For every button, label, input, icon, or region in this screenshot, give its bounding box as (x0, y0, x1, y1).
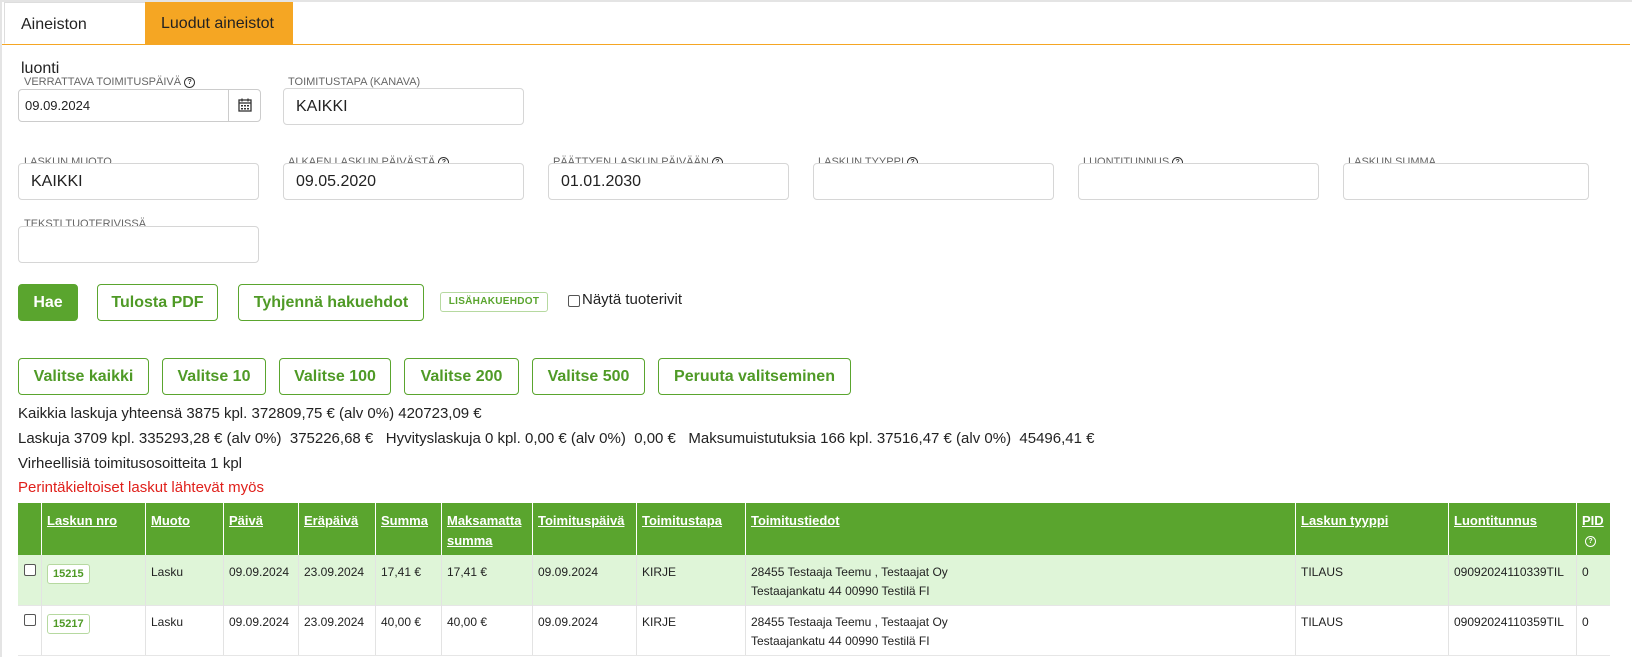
delivery-info-cell: 28455 Testaaja Teemu , Testaajat Oy Testa… (746, 555, 1296, 605)
more-filters-button[interactable]: LISÄHAKUEHDOT (440, 292, 548, 312)
summary-errors: Virheellisiä toimitusosoitteita 1 kpl (18, 455, 242, 472)
date-cell: 09.09.2024 (224, 605, 299, 655)
compare-date-input[interactable]: 09.09.2024 (18, 89, 229, 122)
header-delivery-date[interactable]: Toimituspäivä (533, 503, 637, 555)
unpaid-cell: 40,00 € (442, 605, 533, 655)
show-rows-label: Näytä tuoterivit (582, 291, 683, 308)
invoice-sum-input[interactable] (1343, 163, 1589, 200)
due-date-cell: 23.09.2024 (299, 605, 376, 655)
invoice-number-link[interactable]: 15215 (47, 564, 90, 584)
select-100-button[interactable]: Valitse 100 (279, 358, 391, 395)
invoice-type-input[interactable] (813, 163, 1054, 200)
tab-aineiston-luonti[interactable]: Aineiston luonti (4, 2, 146, 77)
search-button[interactable]: Hae (18, 284, 78, 321)
row-checkbox[interactable] (24, 564, 36, 576)
tab-luodut-aineistot[interactable]: Luodut aineistot (145, 2, 293, 44)
header-due-date[interactable]: Eräpäivä (299, 503, 376, 555)
delivery-method-label: TOIMITUSTAPA (KANAVA) (288, 76, 421, 88)
creation-id-cell: 09092024110339TIL (1449, 555, 1577, 605)
due-date-cell: 23.09.2024 (299, 555, 376, 605)
calendar-icon (238, 98, 252, 112)
creation-id-input[interactable] (1078, 163, 1319, 200)
invoice-number-cell: 15217 (42, 605, 146, 655)
invoice-number-cell: 15215 (42, 555, 146, 605)
delivery-method-cell: KIRJE (637, 555, 746, 605)
creation-id-cell: 09092024110359TIL (1449, 605, 1577, 655)
delivery-method-cell: KIRJE (637, 605, 746, 655)
invoice-type-cell: TILAUS (1296, 605, 1449, 655)
header-delivery-method[interactable]: Toimitustapa (637, 503, 746, 555)
delivery-date-cell: 09.09.2024 (533, 555, 637, 605)
compare-date-label: VERRATTAVA TOIMITUSPÄIVÄ? (24, 76, 196, 88)
invoice-number-link[interactable]: 15217 (47, 614, 90, 634)
select-200-button[interactable]: Valitse 200 (404, 358, 519, 395)
header-unpaid[interactable]: Maksamatta summa (442, 503, 533, 555)
start-date-input[interactable]: 09.05.2020 (283, 163, 524, 200)
invoice-type-cell: TILAUS (1296, 555, 1449, 605)
row-checkbox[interactable] (24, 614, 36, 626)
sum-cell: 40,00 € (376, 605, 442, 655)
help-icon[interactable]: ? (184, 76, 196, 88)
select-all-button[interactable]: Valitse kaikki (18, 358, 149, 395)
delivery-method-select[interactable]: KAIKKI (283, 88, 524, 125)
header-date[interactable]: Päivä (224, 503, 299, 555)
select-500-button[interactable]: Valitse 500 (532, 358, 645, 395)
header-sum[interactable]: Summa (376, 503, 442, 555)
calendar-button[interactable] (228, 89, 261, 122)
cancel-selection-button[interactable]: Peruuta valitseminen (658, 358, 851, 395)
clear-filters-button[interactable]: Tyhjennä hakuehdot (238, 284, 424, 321)
help-icon[interactable]: ? (1585, 536, 1596, 548)
header-pid[interactable]: PID? (1577, 503, 1610, 555)
pid-cell: 0 (1582, 565, 1589, 579)
header-invoice-type[interactable]: Laskun tyyppi (1296, 503, 1449, 555)
date-cell: 09.09.2024 (224, 555, 299, 605)
summary-breakdown: Laskuja 3709 kpl. 335293,28 € (alv 0%) 3… (18, 430, 1095, 447)
tab-bar: Aineiston luonti Luodut aineistot (2, 2, 1630, 77)
unpaid-cell: 17,41 € (442, 555, 533, 605)
row-select-cell (18, 555, 42, 605)
product-text-input[interactable] (18, 226, 259, 263)
header-form[interactable]: Muoto (146, 503, 224, 555)
summary-total: Kaikkia laskuja yhteensä 3875 kpl. 37280… (18, 405, 482, 422)
invoice-form-select[interactable]: KAIKKI (18, 163, 259, 200)
table-header: Laskun nro Muoto Päivä Eräpäivä Summa Ma… (18, 503, 1610, 555)
sum-cell: 17,41 € (376, 555, 442, 605)
row-select-cell (18, 605, 42, 655)
delivery-date-cell: 09.09.2024 (533, 605, 637, 655)
show-rows-checkbox[interactable] (568, 295, 580, 307)
end-date-input[interactable]: 01.01.2030 (548, 163, 789, 200)
pid-cell: 0 (1582, 615, 1589, 629)
form-cell: Lasku (146, 555, 224, 605)
table-row[interactable]: 15215 Lasku 09.09.2024 23.09.2024 17,41 … (18, 555, 1610, 606)
form-cell: Lasku (146, 605, 224, 655)
collection-warning: Perintäkieltoiset laskut lähtevät myös (18, 479, 264, 496)
header-invoice-number[interactable]: Laskun nro (42, 503, 146, 555)
header-select (18, 503, 42, 555)
print-pdf-button[interactable]: Tulosta PDF (97, 284, 218, 321)
header-creation-id[interactable]: Luontitunnus (1449, 503, 1577, 555)
select-10-button[interactable]: Valitse 10 (162, 358, 266, 395)
delivery-info-cell: 28455 Testaaja Teemu , Testaajat Oy Testa… (746, 605, 1296, 655)
header-delivery-info[interactable]: Toimitustiedot (746, 503, 1296, 555)
table-row[interactable]: 15217 Lasku 09.09.2024 23.09.2024 40,00 … (18, 605, 1610, 656)
